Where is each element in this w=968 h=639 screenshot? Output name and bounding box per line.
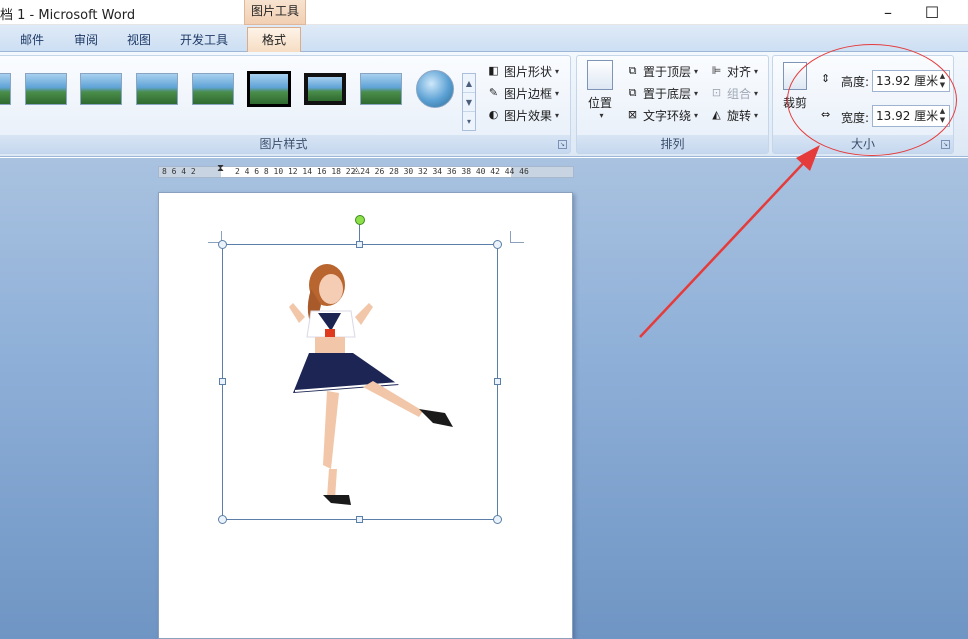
position-button[interactable]: 位置 ▾ [583,60,617,120]
shapes-icon: ◧ [488,64,499,77]
chevron-down-icon: ▾ [555,88,560,98]
text-wrap-icon: ⊠ [627,108,638,121]
right-indent-marker[interactable]: ◬ [353,166,360,176]
send-to-back-label: 置于底层 [643,86,692,101]
style-thumb-oval[interactable] [416,70,454,108]
resize-handle-sw[interactable] [218,515,227,524]
tab-format[interactable]: 格式 [247,27,302,53]
gallery-more-icon[interactable]: ▾ [463,112,475,131]
rotation-stem [359,224,360,242]
ruler-left-numbers: 8 6 4 2 [162,167,196,176]
text-wrapping-button[interactable]: ⊠ 文字环绕 ▾ [625,105,698,125]
send-back-icon: ⧉ [628,86,637,99]
style-thumb-3[interactable] [80,73,122,105]
chevron-down-icon: ▾ [754,66,759,76]
effects-icon: ◐ [488,108,499,121]
margin-corner-mark [510,231,524,243]
group-label: 组合 [727,86,752,101]
maximize-button[interactable]: ☐ [922,3,942,22]
style-thumb-black-frame[interactable] [304,73,346,105]
selected-picture-frame[interactable] [222,244,498,520]
title-bar: 档 1 - Microsoft Word 图片工具 – ☐ [0,0,968,25]
chevron-down-icon: ▾ [754,88,759,98]
bring-to-front-button[interactable]: ⧉ 置于顶层 ▾ [625,61,698,81]
window-title: 档 1 - Microsoft Word [0,8,136,23]
gallery-down-arrow-icon[interactable]: ▼ [463,93,475,112]
style-thumb-2[interactable] [25,73,67,105]
picture-shape-button[interactable]: ◧ 图片形状 ▾ [486,61,559,81]
chevron-down-icon: ▾ [694,110,699,120]
rotation-handle[interactable] [355,215,365,225]
chevron-down-icon: ▾ [754,110,759,120]
chevron-down-icon: ▾ [599,111,604,120]
ribbon-tab-row: 邮件 审阅 视图 开发工具 格式 [0,25,968,53]
picture-border-button[interactable]: ✎ 图片边框 ▾ [486,83,559,103]
position-icon [587,60,613,90]
group-button[interactable]: ⊡ 组合 ▾ [709,83,758,103]
resize-handle-ne[interactable] [493,240,502,249]
group-icon: ⊡ [711,86,722,99]
style-thumb-5[interactable] [192,73,234,105]
tab-developer[interactable]: 开发工具 [180,31,228,48]
ruler-right-numbers: 2 4 6 8 10 12 14 16 18 22 24 26 28 30 32… [235,167,529,176]
picture-styles-label: 图片样式 [0,135,570,153]
picture-tools-context-header: 图片工具 [244,0,306,25]
picture-border-label: 图片边框 [504,86,553,101]
align-label: 对齐 [727,64,752,79]
pencil-icon: ✎ [488,86,499,99]
resize-handle-n[interactable] [356,241,363,248]
rotate-button[interactable]: ◭ 旋转 ▾ [709,105,758,125]
picture-image[interactable] [223,245,499,521]
picture-effects-button[interactable]: ◐ 图片效果 ▾ [486,105,559,125]
tab-view[interactable]: 视图 [127,31,151,48]
tab-mailings[interactable]: 邮件 [20,31,44,48]
resize-handle-e[interactable] [494,378,501,385]
picture-styles-group: ▲ ▼ ▾ ◧ 图片形状 ▾ ✎ 图片边框 ▾ ◐ 图片效果 ▾ 图片样式 ↘ [0,55,571,154]
style-thumb-1[interactable] [0,73,11,105]
resize-handle-nw[interactable] [218,240,227,249]
resize-handle-w[interactable] [219,378,226,385]
text-wrapping-label: 文字环绕 [643,108,692,123]
chevron-down-icon: ▾ [555,110,560,120]
bring-front-icon: ⧉ [628,64,637,77]
align-button[interactable]: ⊫ 对齐 ▾ [709,61,758,81]
annotation-arrow [639,145,820,338]
position-label: 位置 [587,96,612,110]
bring-to-front-label: 置于顶层 [643,64,692,79]
style-thumb-8[interactable] [360,73,402,105]
chevron-down-icon: ▾ [694,66,699,76]
first-line-indent-marker[interactable]: ⧗ [217,163,224,174]
resize-handle-se[interactable] [493,515,502,524]
chevron-down-icon: ▾ [555,66,560,76]
resize-handle-s[interactable] [356,516,363,523]
rotate-icon: ◭ [712,108,721,121]
gallery-scroll[interactable]: ▲ ▼ ▾ [462,73,476,131]
dialog-launcher-icon[interactable]: ↘ [941,140,950,149]
style-thumb-4[interactable] [136,73,178,105]
style-thumb-selected[interactable] [247,71,291,107]
minimize-button[interactable]: – [878,3,898,22]
rotate-label: 旋转 [727,108,752,123]
align-icon: ⊫ [711,64,722,77]
picture-effects-label: 图片效果 [504,108,553,123]
gallery-up-arrow-icon[interactable]: ▲ [463,74,475,93]
picture-shape-label: 图片形状 [504,64,553,79]
dialog-launcher-icon[interactable]: ↘ [558,140,567,149]
chevron-down-icon: ▾ [694,88,699,98]
tab-review[interactable]: 审阅 [74,31,98,48]
send-to-back-button[interactable]: ⧉ 置于底层 ▾ [625,83,698,103]
